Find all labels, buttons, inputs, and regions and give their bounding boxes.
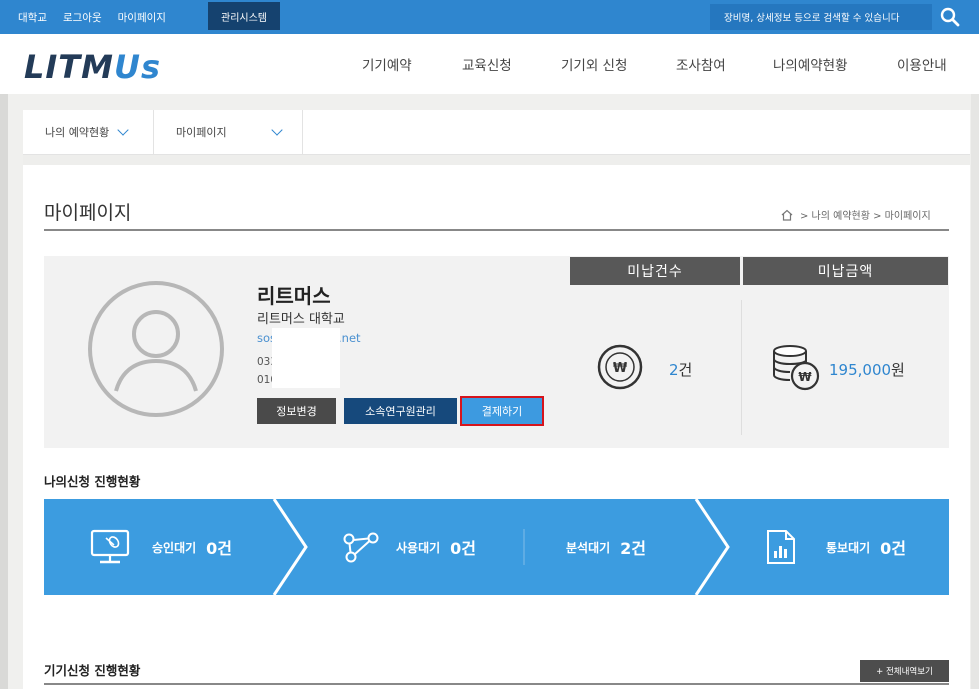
edit-info-button[interactable]: 정보변경 (257, 398, 336, 424)
step-count: 0건 (880, 539, 907, 558)
avatar-icon (88, 281, 224, 417)
application-progress-bar: 승인대기 0건 사용대기 0건 분석대기 2건 통보대기 0건 (44, 499, 949, 595)
page-title: 마이페이지 (44, 202, 132, 224)
section-gap (23, 155, 970, 165)
nav-item-device-reservation[interactable]: 기기예약 (362, 54, 412, 74)
chevron-down-icon (270, 124, 283, 136)
breadcrumb: > 나의 예약현황 > 마이페이지 (780, 207, 931, 222)
unpaid-amount-header: 미납금액 (743, 257, 948, 285)
unpaid-count-unit: 건 (678, 361, 693, 379)
subnav-dropdown-reservations[interactable]: 나의 예약현황 (23, 110, 154, 154)
frame-right (971, 94, 979, 689)
report-icon (767, 530, 795, 564)
device-status-title: 기기신청 진행현황 (44, 663, 141, 678)
step-label: 승인대기 (152, 540, 197, 555)
subnav-label-mypage: 마이페이지 (176, 126, 227, 139)
monitor-icon (90, 529, 130, 564)
unpaid-amount-value: 195,000원 (829, 359, 905, 380)
unpaid-count-number: 2 (669, 361, 679, 379)
email-end: .net (338, 331, 361, 345)
top-link-logout[interactable]: 로그아웃 (63, 10, 102, 25)
nav-item-my-reservations[interactable]: 나의예약현황 (773, 54, 848, 74)
nav-item-survey[interactable]: 조사참여 (676, 54, 726, 74)
top-link-mypage[interactable]: 마이페이지 (118, 10, 166, 25)
step-label: 분석대기 (566, 540, 611, 555)
step-label: 사용대기 (396, 540, 441, 555)
unpaid-count-value: 2건 (669, 359, 692, 380)
network-icon (343, 532, 379, 563)
step-usage-wait[interactable]: 사용대기 0건 (342, 499, 476, 595)
section-divider (44, 683, 949, 685)
nav-item-education[interactable]: 교육신청 (462, 54, 512, 74)
title-divider (44, 229, 949, 231)
step-approval-wait[interactable]: 승인대기 0건 (90, 499, 232, 595)
redaction-box (272, 328, 340, 388)
frame-left (0, 94, 8, 689)
coins-stack-icon: ₩ (773, 345, 820, 391)
unpaid-count-header: 미납건수 (570, 257, 740, 285)
top-links: 대학교 로그아웃 마이페이지 (18, 0, 182, 34)
profile-school: 리트머스 대학교 (257, 312, 345, 327)
search-icon[interactable] (938, 6, 962, 28)
header: LITMUs 기기예약 교육신청 기기외 신청 조사참여 나의예약현황 이용안내 (0, 34, 979, 94)
litmus-logo[interactable]: LITMUs (24, 48, 161, 86)
nav-item-guide[interactable]: 이용안내 (897, 54, 947, 74)
pay-button[interactable]: 결제하기 (460, 396, 544, 426)
step-count: 0건 (206, 539, 233, 558)
sub-nav: 나의 예약현황 마이페이지 (23, 110, 970, 155)
svg-text:₩: ₩ (613, 361, 628, 376)
profile-name: 리트머스 (257, 284, 331, 308)
step-count: 2건 (620, 539, 647, 558)
unpaid-amount-number: 195,000 (829, 361, 892, 379)
application-status-title: 나의신청 진행현황 (44, 474, 141, 489)
admin-system-button[interactable]: 관리시스템 (208, 2, 280, 30)
won-coin-icon: ₩ (597, 344, 643, 390)
home-icon[interactable] (780, 208, 794, 222)
top-link-university[interactable]: 대학교 (18, 10, 47, 25)
logo-main: LITM (24, 48, 114, 86)
nav-item-non-device[interactable]: 기기외 신청 (561, 54, 627, 74)
logo-accent: Us (113, 48, 161, 86)
step-report-wait[interactable]: 통보대기 0건 (766, 499, 906, 595)
breadcrumb-text[interactable]: > 나의 예약현황 > 마이페이지 (800, 207, 931, 222)
view-all-button[interactable]: + 전체내역보기 (860, 660, 949, 682)
step-label: 통보대기 (826, 540, 871, 555)
manage-researchers-button[interactable]: 소속연구원관리 (344, 398, 457, 424)
svg-text:₩: ₩ (798, 370, 812, 384)
unpaid-amount-unit: 원 (891, 361, 905, 379)
stat-divider (741, 300, 742, 435)
step-count: 0건 (450, 539, 477, 558)
chevron-down-icon (117, 124, 129, 136)
step-analysis-wait[interactable]: 분석대기 2건 (566, 499, 646, 595)
search-input[interactable]: 장비명, 상세정보 등으로 검색할 수 있습니다 (710, 4, 932, 30)
subnav-dropdown-mypage[interactable]: 마이페이지 (154, 110, 303, 154)
subnav-label-reservations: 나의 예약현황 (45, 126, 110, 139)
top-bar: 대학교 로그아웃 마이페이지 관리시스템 장비명, 상세정보 등으로 검색할 수… (0, 0, 979, 34)
